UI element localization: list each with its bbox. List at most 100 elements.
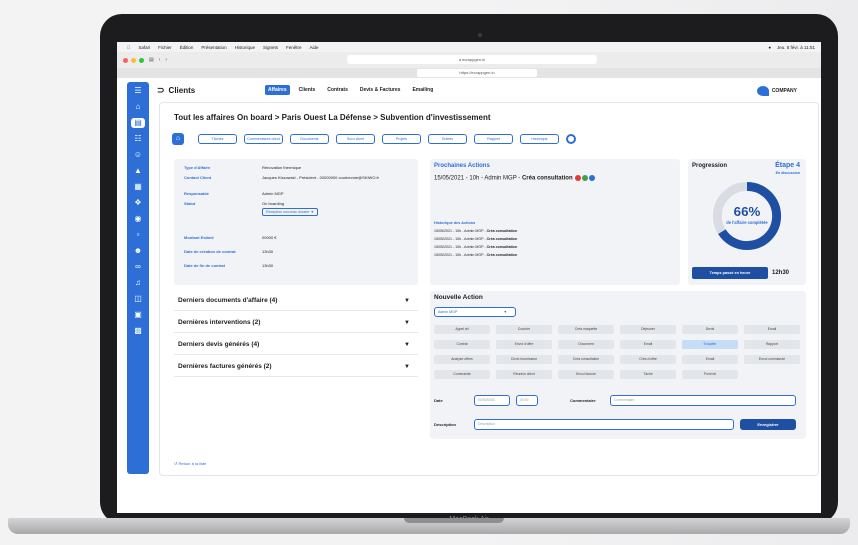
menu-item[interactable]: Aide bbox=[310, 45, 319, 50]
users-icon[interactable]: ☺ bbox=[131, 150, 145, 160]
save-button[interactable]: Enregistrer bbox=[740, 419, 796, 430]
action-type-option[interactable]: Appel tel bbox=[434, 325, 490, 334]
delete-badge-icon[interactable] bbox=[575, 175, 582, 181]
address-bar[interactable]: a ecrappgen.in bbox=[347, 55, 597, 64]
action-type-option[interactable]: Réunion client bbox=[496, 370, 552, 379]
document-icon[interactable]: ◫ bbox=[131, 294, 145, 304]
action-type-option[interactable]: Créa maquette bbox=[558, 325, 614, 334]
action-type-option[interactable]: Point tel bbox=[682, 370, 738, 379]
back-icon[interactable]: ‹ bbox=[159, 57, 161, 63]
menu-item[interactable]: Fichier bbox=[158, 45, 172, 50]
info-value: 13h30 bbox=[262, 249, 274, 254]
tab-taches[interactable]: Tâches bbox=[198, 134, 237, 144]
share-icon[interactable]: ∞ bbox=[131, 262, 145, 272]
action-type-option[interactable]: Analyse offres bbox=[434, 355, 490, 364]
action-type-option[interactable]: Créa consultation bbox=[558, 355, 614, 364]
accordion-interventions[interactable]: Dernières interventions (2) ▼ bbox=[174, 313, 418, 333]
macbook-label: MacBook Air bbox=[449, 516, 489, 523]
tab-projets[interactable]: Projets bbox=[382, 134, 421, 144]
action-type-option[interactable]: Email bbox=[620, 340, 676, 349]
tab-documents[interactable]: Documents bbox=[290, 134, 329, 144]
tab-suivi-client[interactable]: Suivi client bbox=[336, 134, 375, 144]
info-row: Statut On boarding Réception nouveau dos… bbox=[184, 201, 412, 216]
wifi-icon[interactable]: ● bbox=[768, 45, 771, 50]
tab-commentaires-client[interactable]: Commentaires client bbox=[244, 134, 283, 144]
tab-historique[interactable]: Historique bbox=[520, 134, 559, 144]
briefcase-icon[interactable]: ▤ bbox=[131, 118, 145, 128]
minimize-window-icon[interactable] bbox=[131, 57, 136, 63]
nav-tab-contrats[interactable]: Contrats bbox=[324, 85, 351, 95]
affaire-panel: Tout les affaires On board > Paris Ouest… bbox=[159, 102, 819, 476]
browser-tab[interactable]: https://ecrappgen.in bbox=[417, 69, 537, 77]
action-type-option[interactable]: Envoi d'offre bbox=[496, 340, 552, 349]
chart-icon[interactable]: ▲ bbox=[131, 166, 145, 176]
back-link-label: Retour à la liste bbox=[178, 461, 207, 466]
info-value: On boarding Réception nouveau dossier ▼ bbox=[262, 201, 412, 216]
action-type-option[interactable]: Créa d'offre bbox=[620, 355, 676, 364]
target-icon[interactable] bbox=[566, 134, 576, 144]
action-type-option[interactable]: Choix fournisseur bbox=[496, 355, 552, 364]
accordion-devis[interactable]: Derniers devis générés (4) ▼ bbox=[174, 335, 418, 355]
menubar-clock[interactable]: Jeu. 8 févr. à 11:51 bbox=[777, 45, 815, 50]
back-to-list-link[interactable]: ↺ Retour à la liste bbox=[174, 461, 206, 466]
action-type-option[interactable]: Déjeuner bbox=[620, 325, 676, 334]
menu-item[interactable]: Présentation bbox=[201, 45, 226, 50]
info-row: Montant Estimé 00000 € bbox=[184, 235, 412, 240]
action-type-option[interactable]: Document bbox=[558, 340, 614, 349]
accordion-documents[interactable]: Derniers documents d'affaire (4) ▼ bbox=[174, 291, 418, 311]
archive-icon[interactable]: ▩ bbox=[131, 326, 145, 336]
forward-icon[interactable]: › bbox=[165, 57, 167, 63]
menu-item[interactable]: Édition bbox=[180, 45, 194, 50]
cart-icon[interactable]: ☷ bbox=[131, 134, 145, 144]
close-window-icon[interactable] bbox=[123, 57, 128, 63]
accordion-label: Dernières factures générés (2) bbox=[178, 363, 272, 370]
action-type-option[interactable]: Envoi commande bbox=[744, 355, 800, 364]
menu-icon[interactable]: ☰ bbox=[131, 86, 145, 96]
home-button[interactable]: ⌂ bbox=[172, 133, 184, 145]
menu-item[interactable]: Historique bbox=[235, 45, 255, 50]
time-spent-value: 12h30 bbox=[772, 270, 790, 276]
action-type-option[interactable]: Email bbox=[682, 355, 738, 364]
action-type-option[interactable]: Envoi facture bbox=[558, 370, 614, 379]
nav-tab-affaires[interactable]: Affaires bbox=[265, 85, 290, 95]
chevron-down-icon: ▼ bbox=[404, 364, 410, 370]
apple-icon[interactable]:  bbox=[127, 45, 130, 50]
nav-tab-clients[interactable]: Clients bbox=[296, 85, 319, 95]
action-type-option[interactable]: Rapport bbox=[744, 340, 800, 349]
assignee-select[interactable]: Admin MGP ▼ bbox=[434, 307, 516, 317]
calendar-icon[interactable]: ▦ bbox=[131, 182, 145, 192]
comment-input[interactable]: Commentaire bbox=[610, 395, 796, 406]
tab-rapport[interactable]: Rapport bbox=[474, 134, 513, 144]
nav-tab-emailing[interactable]: Emailing bbox=[409, 85, 436, 95]
menu-item[interactable]: Safari bbox=[138, 45, 150, 50]
status-select[interactable]: Réception nouveau dossier ▼ bbox=[262, 208, 319, 216]
info-badge-icon[interactable] bbox=[589, 175, 596, 181]
tab-entites[interactable]: Entités bbox=[428, 134, 467, 144]
image-icon[interactable]: ▣ bbox=[131, 310, 145, 320]
action-type-option[interactable]: Courrier bbox=[496, 325, 552, 334]
description-input[interactable]: Description bbox=[474, 419, 734, 430]
menu-item[interactable]: Fenêtre bbox=[286, 45, 302, 50]
settings-icon[interactable]: ◉ bbox=[131, 214, 145, 224]
action-type-option[interactable]: Devis bbox=[682, 325, 738, 334]
home-icon[interactable]: ⌂ bbox=[131, 102, 145, 112]
check-badge-icon[interactable] bbox=[582, 175, 589, 181]
time-input[interactable]: 00:00 bbox=[516, 395, 538, 406]
action-type: Créa consultation bbox=[521, 175, 573, 182]
file-icon[interactable]: ▫ bbox=[131, 230, 145, 240]
action-type-option[interactable]: Tâche bbox=[620, 370, 676, 379]
action-type-option[interactable]: Email bbox=[744, 325, 800, 334]
user-icon[interactable]: ☻ bbox=[131, 246, 145, 256]
network-icon[interactable]: ❖ bbox=[131, 198, 145, 208]
action-type-option[interactable]: Commande bbox=[434, 370, 490, 379]
action-type-option[interactable]: Contrat bbox=[434, 340, 490, 349]
accordion-factures[interactable]: Dernières factures générés (2) ▼ bbox=[174, 357, 418, 377]
zoom-window-icon[interactable] bbox=[139, 57, 144, 63]
sidebar-toggle-icon[interactable]: ▤ bbox=[149, 57, 154, 63]
menu-item[interactable]: Signets bbox=[263, 45, 278, 50]
date-input[interactable]: 00/00/0000 bbox=[474, 395, 510, 406]
time-spent-button[interactable]: Temps passé en heure bbox=[692, 267, 768, 279]
bell-icon[interactable]: ♫ bbox=[131, 278, 145, 288]
action-type-option[interactable]: Enquête bbox=[682, 340, 738, 349]
nav-tab-devis-factures[interactable]: Devis & Factures bbox=[357, 85, 404, 95]
